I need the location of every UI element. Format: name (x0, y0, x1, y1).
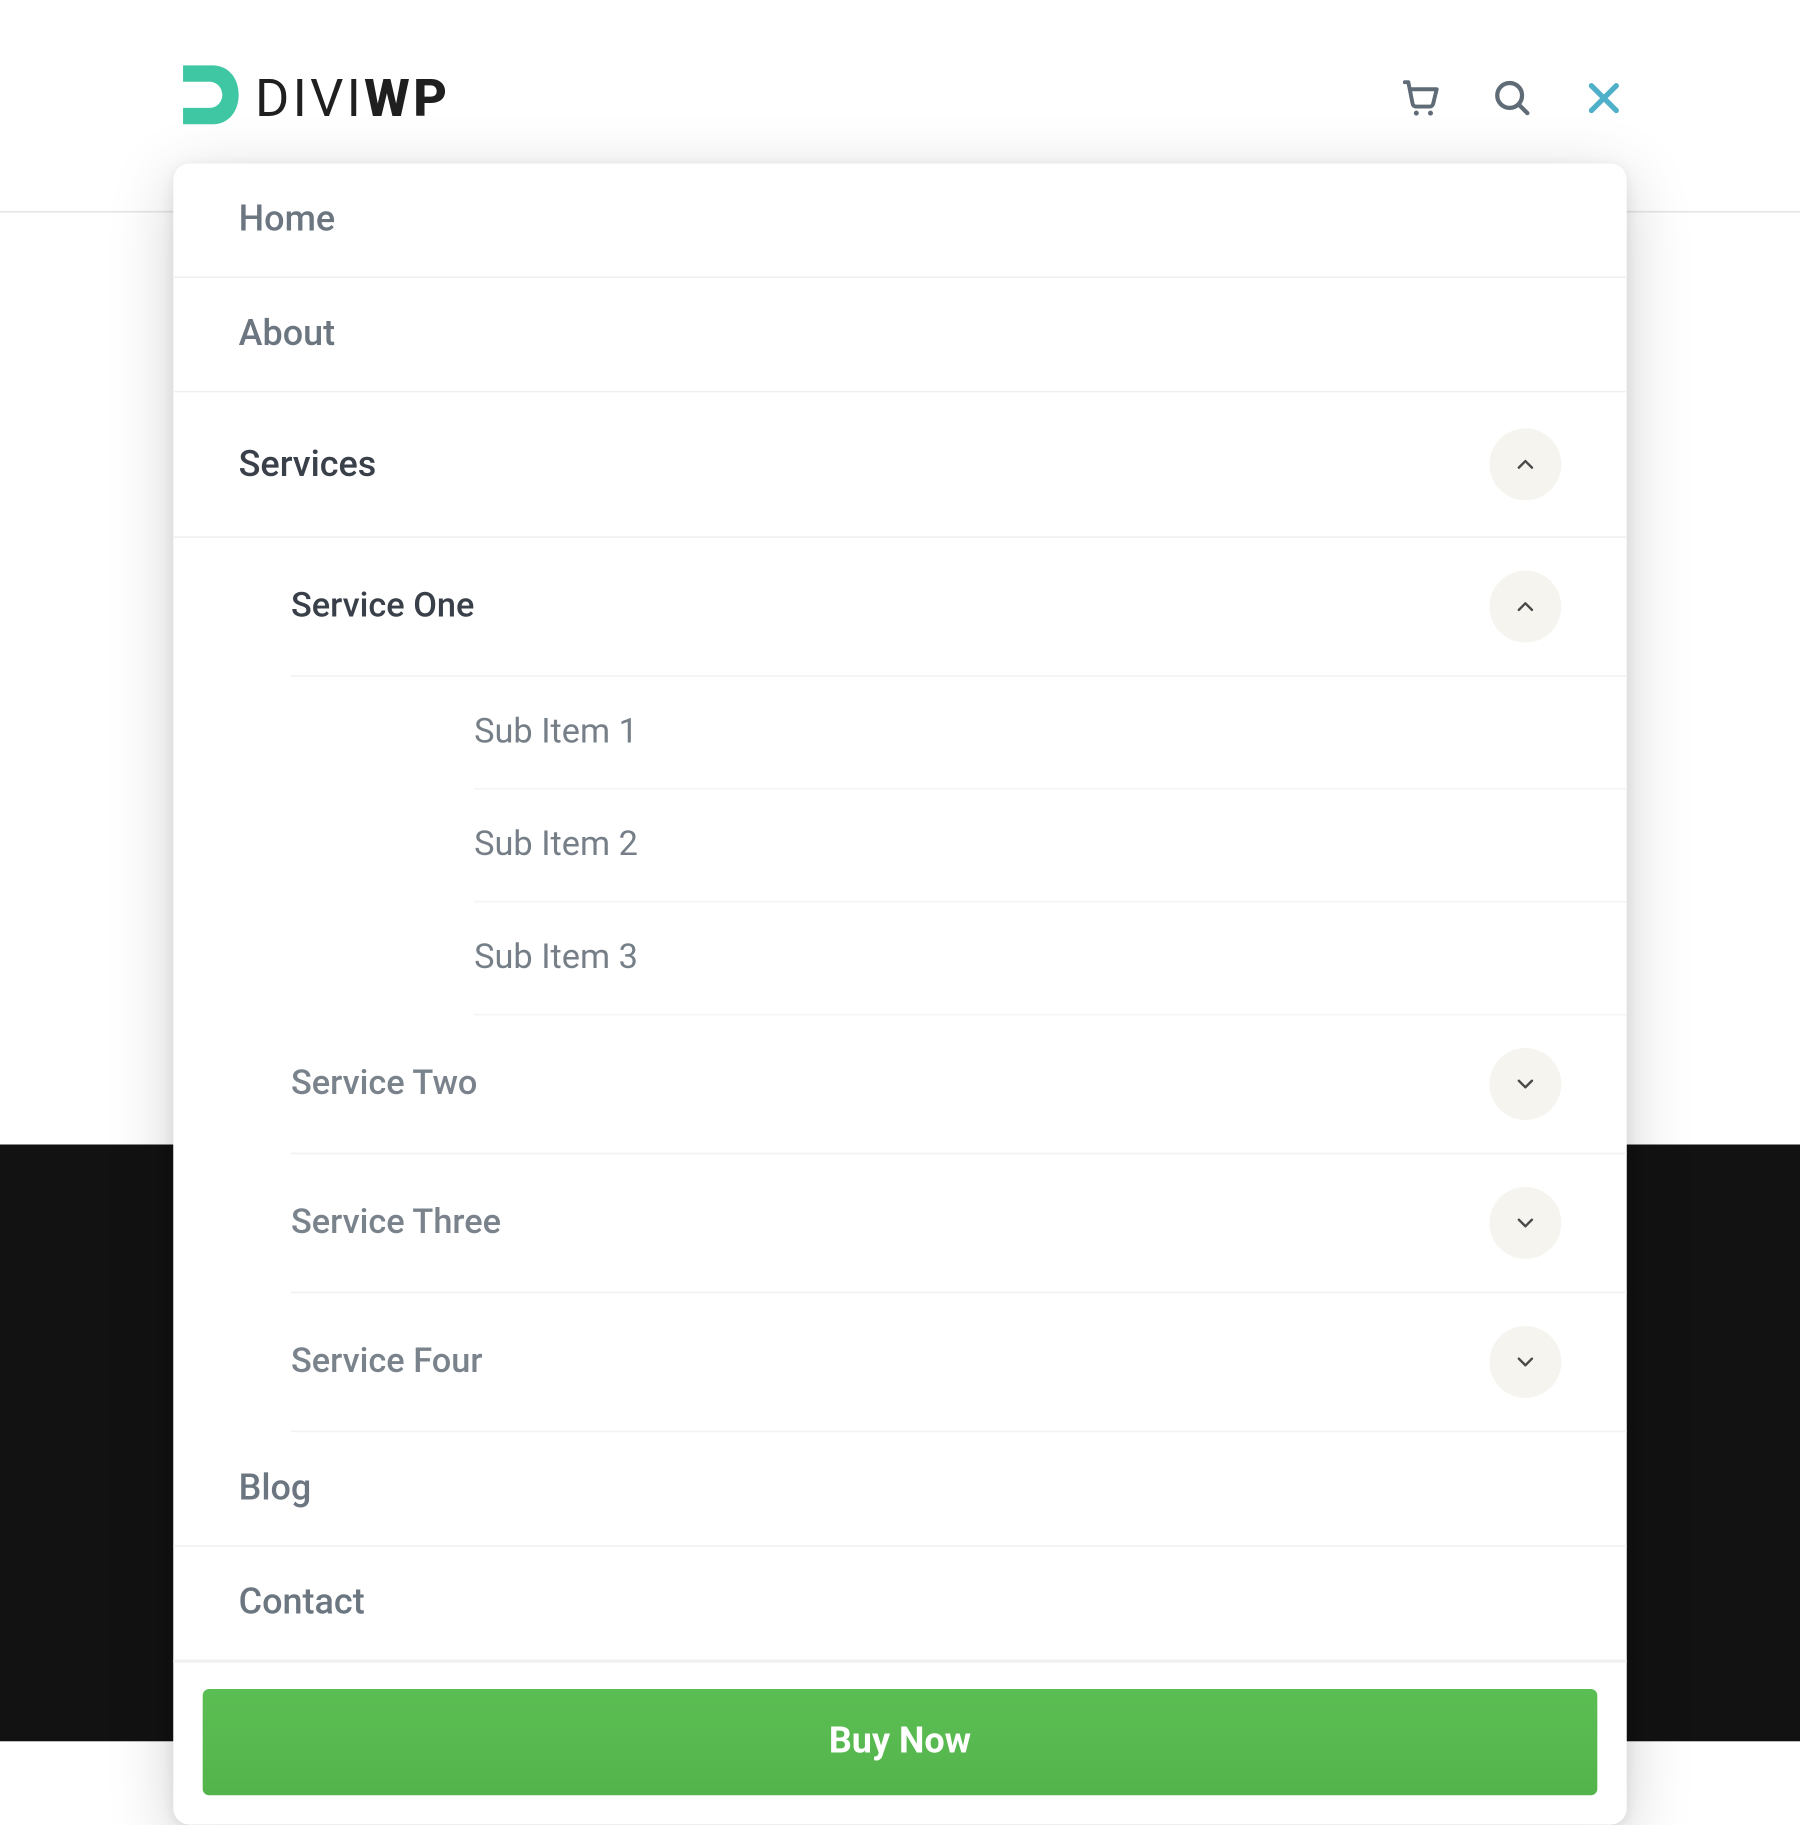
menu-label: Sub Item 1 (474, 713, 638, 752)
close-icon[interactable] (1581, 75, 1627, 121)
menu-item-home[interactable]: Home (173, 164, 1627, 278)
search-icon[interactable] (1489, 75, 1535, 121)
menu-label: Sub Item 2 (474, 826, 638, 865)
cart-icon[interactable] (1398, 75, 1444, 121)
submenu-services: Service One Sub Item 1 Sub Item 2 Sub It… (173, 538, 1627, 1432)
chevron-down-icon[interactable] (1489, 1187, 1561, 1259)
menu-label: Service Three (291, 1203, 501, 1242)
menu-item-service-four[interactable]: Service Four (291, 1293, 1627, 1432)
logo-mark-icon (173, 59, 245, 137)
menu-item-about[interactable]: About (173, 278, 1627, 392)
menu-label: Contact (239, 1583, 365, 1624)
menu-item-service-three[interactable]: Service Three (291, 1154, 1627, 1293)
menu-label: Service Two (291, 1064, 477, 1103)
site-logo[interactable]: DIVIWP (173, 59, 450, 137)
header-icon-group (1398, 75, 1627, 121)
menu-item-sub-2[interactable]: Sub Item 2 (474, 790, 1627, 903)
menu-label: About (239, 314, 335, 355)
cta-label: Buy Now (829, 1722, 971, 1763)
menu-label: Home (239, 199, 336, 240)
menu-item-service-one[interactable]: Service One (291, 538, 1627, 677)
chevron-down-icon[interactable] (1489, 1048, 1561, 1120)
menu-label: Blog (239, 1468, 312, 1509)
menu-label: Services (239, 444, 377, 485)
mobile-menu-panel: Home About Services Service One Sub Item… (173, 164, 1627, 1825)
menu-label: Sub Item 3 (474, 938, 638, 977)
site-header: DIVIWP (173, 49, 1627, 147)
menu-label: Service One (291, 587, 474, 626)
chevron-up-icon[interactable] (1489, 571, 1561, 643)
menu-item-sub-1[interactable]: Sub Item 1 (474, 675, 1627, 789)
menu-item-blog[interactable]: Blog (173, 1432, 1627, 1546)
menu-label: Service Four (291, 1342, 483, 1381)
buy-now-button[interactable]: Buy Now (203, 1689, 1598, 1795)
logo-text: DIVIWP (255, 67, 450, 129)
menu-item-contact[interactable]: Contact (173, 1547, 1627, 1661)
menu-item-services[interactable]: Services (173, 392, 1627, 538)
menu-item-sub-3[interactable]: Sub Item 3 (474, 903, 1627, 1016)
chevron-down-icon[interactable] (1489, 1326, 1561, 1398)
cta-container: Buy Now (173, 1661, 1627, 1795)
menu-item-service-two[interactable]: Service Two (291, 1015, 1627, 1154)
submenu-service-one: Sub Item 1 Sub Item 2 Sub Item 3 (291, 675, 1627, 1015)
chevron-up-icon[interactable] (1489, 428, 1561, 500)
